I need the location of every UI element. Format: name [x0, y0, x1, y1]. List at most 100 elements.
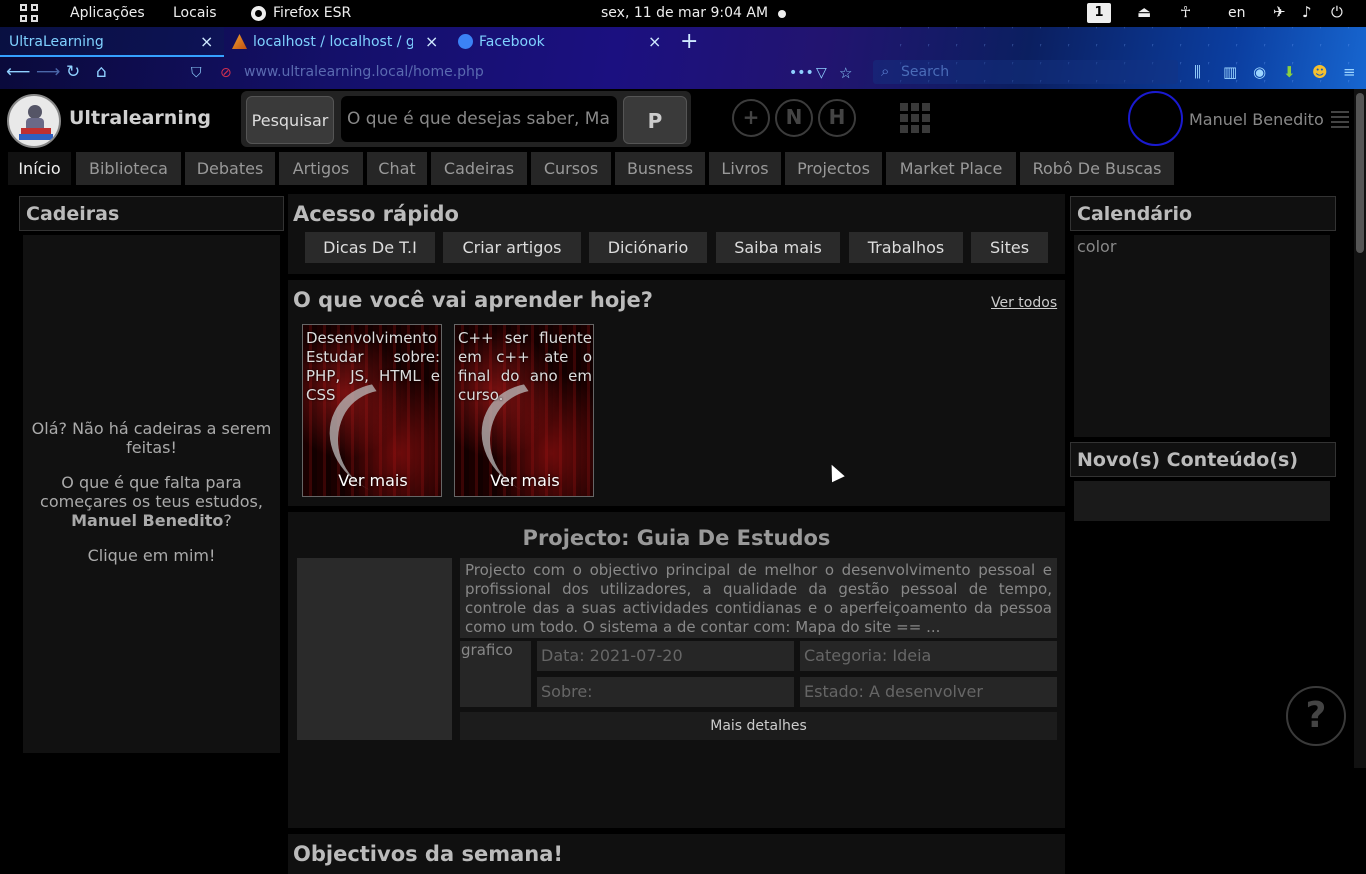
user-name-bold: Manuel Benedito: [71, 511, 224, 530]
nav-chat[interactable]: Chat: [367, 152, 427, 185]
course-card[interactable]: C++ ser fluente em c++ ate o final do an…: [454, 324, 594, 497]
p-button[interactable]: P: [623, 96, 687, 144]
site-search-input[interactable]: [341, 96, 617, 142]
nav-debates[interactable]: Debates: [185, 152, 275, 185]
quick-dicionario-button[interactable]: Diciónario: [589, 232, 707, 263]
nav-cadeiras[interactable]: Cadeiras: [431, 152, 527, 185]
course-card-text: Desenvolvimento Estudar sobre: PHP, JS, …: [306, 329, 440, 404]
tab-title: localhost / localhost / gui: [253, 34, 413, 50]
nav-busness[interactable]: Busness: [615, 152, 705, 185]
n-circle-button[interactable]: N: [775, 99, 813, 137]
bookmark-star-icon[interactable]: ☆: [839, 64, 852, 82]
extension-emoji-icon[interactable]: ☻: [1312, 63, 1328, 81]
home-icon[interactable]: ⌂: [96, 62, 107, 82]
nav-robo-de-buscas[interactable]: Robô De Buscas: [1020, 152, 1174, 185]
close-icon[interactable]: ×: [425, 27, 438, 57]
keyboard-layout[interactable]: en: [1228, 5, 1246, 21]
nav-livros[interactable]: Livros: [709, 152, 781, 185]
nav-projectos[interactable]: Projectos: [785, 152, 882, 185]
accessibility-icon[interactable]: ☥: [1180, 3, 1191, 21]
back-icon[interactable]: ⟵: [6, 62, 30, 82]
quick-access-section: Acesso rápido Dicas De T.I Criar artigos…: [288, 194, 1065, 274]
weekly-goals-title: Objectivos da semana!: [293, 842, 563, 866]
h-circle-button[interactable]: H: [818, 99, 856, 137]
click-me-link[interactable]: Clique em mim!: [31, 546, 272, 565]
phpmyadmin-icon: [232, 34, 247, 49]
calendar-body[interactable]: color: [1074, 235, 1330, 437]
active-app-name[interactable]: Firefox ESR: [273, 5, 351, 21]
add-circle-button[interactable]: +: [732, 99, 770, 137]
browser-chrome: UltraLearning × localhost / localhost / …: [0, 27, 1366, 89]
site-logo[interactable]: [7, 94, 61, 148]
search-input[interactable]: ⌕ Search: [873, 60, 1178, 84]
new-content-body: [1074, 481, 1330, 521]
hamburger-icon[interactable]: [1331, 111, 1349, 128]
help-icon[interactable]: ?: [1286, 686, 1346, 746]
calendar-title: Calendário: [1077, 203, 1193, 225]
nav-market-place[interactable]: Market Place: [886, 152, 1016, 185]
network-icon[interactable]: ⏏: [1137, 3, 1151, 21]
menu-icon[interactable]: ≡: [1343, 63, 1356, 81]
course-see-more-button[interactable]: Ver mais: [455, 471, 593, 490]
quick-sites-button[interactable]: Sites: [971, 232, 1048, 263]
system-top-bar: Aplicações Locais Firefox ESR sex, 11 de…: [0, 0, 1366, 27]
facebook-icon: [458, 34, 473, 49]
course-see-more-button[interactable]: Ver mais: [303, 471, 441, 490]
nav-biblioteca[interactable]: Biblioteca: [76, 152, 181, 185]
close-icon[interactable]: ×: [648, 27, 661, 57]
new-tab-button[interactable]: +: [680, 27, 698, 57]
shield-icon[interactable]: ⛉: [191, 65, 202, 81]
project-date-field: Data: 2021-07-20: [537, 641, 794, 671]
page-actions-icon[interactable]: •••: [789, 65, 814, 81]
new-content-title: Novo(s) Conteúdo(s): [1077, 449, 1299, 471]
power-icon[interactable]: ⏻: [1331, 3, 1343, 21]
project-description: Projecto com o objectivo principal de me…: [460, 558, 1057, 638]
quick-trabalhos-button[interactable]: Trabalhos: [849, 232, 963, 263]
notification-dot: [778, 10, 786, 18]
avatar[interactable]: [1128, 91, 1183, 146]
applications-menu[interactable]: Aplicações: [70, 5, 145, 21]
see-all-link[interactable]: Ver todos: [991, 295, 1057, 311]
download-icon[interactable]: ⬇: [1283, 63, 1296, 81]
url-bar[interactable]: www.ultralearning.local/home.php: [244, 64, 484, 80]
project-title: Projecto: Guia De Estudos: [522, 526, 831, 550]
quick-dicas-button[interactable]: Dicas De T.I: [305, 232, 435, 263]
places-menu[interactable]: Locais: [173, 5, 217, 21]
account-icon[interactable]: ◉: [1253, 63, 1266, 81]
insecure-lock-icon[interactable]: ⊘: [220, 65, 232, 81]
learn-today-title: O que você vai aprender hoje?: [293, 288, 653, 312]
close-icon[interactable]: ×: [200, 27, 213, 55]
library-icon[interactable]: ⫼: [1194, 63, 1201, 81]
quick-saiba-mais-button[interactable]: Saiba mais: [716, 232, 840, 263]
search-button[interactable]: Pesquisar: [246, 96, 334, 144]
volume-icon[interactable]: ♪: [1302, 3, 1312, 21]
nav-artigos[interactable]: Artigos: [279, 152, 363, 185]
no-cadeiras-message: Olá? Não há cadeiras a serem feitas!: [31, 419, 272, 457]
firefox-icon: [251, 6, 266, 21]
user-name[interactable]: Manuel Benedito: [1189, 110, 1324, 129]
project-about-field: Sobre:: [537, 677, 794, 707]
scrollbar-thumb[interactable]: [1356, 93, 1364, 253]
cadeiras-panel: Cadeiras Olá? Não há cadeiras a serem fe…: [19, 196, 284, 754]
course-card[interactable]: Desenvolvimento Estudar sobre: PHP, JS, …: [302, 324, 442, 497]
project-chart: grafico: [460, 641, 531, 707]
quick-criar-artigos-button[interactable]: Criar artigos: [443, 232, 581, 263]
grid-icon[interactable]: [20, 4, 38, 22]
airplane-icon[interactable]: ✈: [1273, 3, 1286, 21]
tab-ultralearning[interactable]: UltraLearning ×: [0, 27, 224, 57]
apps-grid-icon[interactable]: [900, 103, 931, 134]
more-details-button[interactable]: Mais detalhes: [460, 712, 1057, 740]
page-scrollbar[interactable]: [1354, 89, 1366, 768]
sidebar-icon[interactable]: ▥: [1223, 63, 1237, 81]
nav-inicio[interactable]: Início: [8, 152, 71, 185]
project-status-field: Estado: A desenvolver: [800, 677, 1057, 707]
pocket-icon[interactable]: ▽: [816, 65, 827, 81]
nav-cursos[interactable]: Cursos: [531, 152, 611, 185]
site-brand[interactable]: Ultralearning: [69, 107, 211, 129]
clock[interactable]: sex, 11 de mar 9:04 AM: [601, 5, 768, 21]
workspace-indicator[interactable]: 1: [1087, 3, 1111, 23]
tab-localhost[interactable]: localhost / localhost / gui ×: [232, 27, 442, 57]
reload-icon[interactable]: ↻: [66, 62, 80, 82]
tab-facebook[interactable]: Facebook ×: [458, 27, 668, 57]
cadeiras-body[interactable]: Olá? Não há cadeiras a serem feitas! O q…: [23, 235, 280, 753]
